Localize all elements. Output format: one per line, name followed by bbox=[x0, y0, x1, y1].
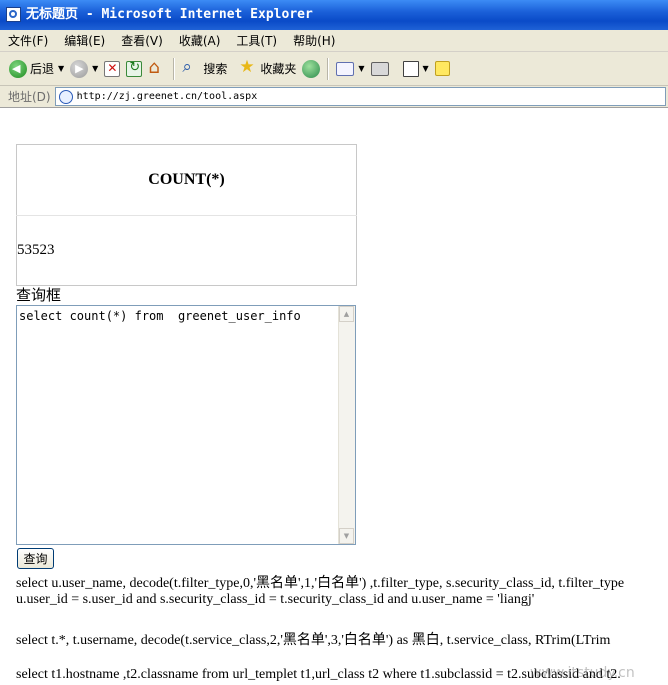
address-bar: 地址(D) http://zj.greenet.cn/tool.aspx bbox=[0, 86, 668, 108]
menu-favorites[interactable]: 收藏(A) bbox=[179, 32, 221, 49]
search-label: 搜索 bbox=[203, 62, 228, 76]
result-table: COUNT(*) 53523 bbox=[16, 144, 357, 286]
column-header: COUNT(*) bbox=[16, 144, 357, 216]
media-icon bbox=[302, 59, 321, 78]
menu-file[interactable]: 文件(F) bbox=[8, 32, 48, 49]
refresh-button[interactable] bbox=[123, 56, 145, 82]
search-icon bbox=[182, 57, 200, 78]
toolbar-separator bbox=[327, 57, 330, 80]
window-title-bar: 无标题页 - Microsoft Internet Explorer bbox=[0, 0, 668, 30]
back-arrow-icon bbox=[9, 59, 27, 78]
page-content: COUNT(*) 53523 查询框 select count(*) from … bbox=[0, 108, 668, 685]
menu-view[interactable]: 查看(V) bbox=[121, 32, 163, 49]
edit-icon bbox=[402, 60, 419, 77]
toolbar-separator bbox=[173, 57, 176, 80]
result-cell: 53523 bbox=[17, 242, 55, 258]
address-url[interactable]: http://zj.greenet.cn/tool.aspx bbox=[77, 91, 258, 102]
edit-button[interactable]: ▼ bbox=[400, 56, 432, 82]
query-text[interactable]: select count(*) from greenet_user_info bbox=[19, 309, 339, 323]
query-label: 查询框 bbox=[16, 286, 62, 304]
mail-button[interactable]: ▼ bbox=[333, 56, 367, 82]
menu-edit[interactable]: 编辑(E) bbox=[64, 32, 105, 49]
menu-help[interactable]: 帮助(H) bbox=[293, 32, 335, 49]
query-textarea[interactable]: select count(*) from greenet_user_info ▲… bbox=[16, 305, 356, 545]
home-button[interactable] bbox=[145, 56, 169, 82]
back-label: 后退 bbox=[30, 62, 55, 76]
menu-tools[interactable]: 工具(T) bbox=[236, 32, 277, 49]
watermark-text: www.itstudy.cn bbox=[530, 665, 635, 681]
search-button[interactable]: 搜索 bbox=[179, 56, 230, 82]
address-input[interactable]: http://zj.greenet.cn/tool.aspx bbox=[54, 87, 666, 106]
forward-dropdown-icon[interactable]: ▼ bbox=[92, 64, 98, 73]
stop-button[interactable] bbox=[101, 56, 123, 82]
vertical-scrollbar[interactable]: ▲ ▼ bbox=[338, 306, 355, 544]
sql-example-line: select u.user_name, decode(t.filter_type… bbox=[16, 576, 625, 591]
scroll-down-icon[interactable]: ▼ bbox=[339, 528, 354, 544]
scroll-up-icon[interactable]: ▲ bbox=[339, 306, 354, 322]
table-header-row: COUNT(*) bbox=[16, 144, 357, 216]
back-dropdown-icon[interactable]: ▼ bbox=[58, 64, 64, 73]
favorites-button[interactable]: 收藏夹 bbox=[236, 56, 299, 82]
mail-icon bbox=[336, 61, 355, 76]
note-icon bbox=[434, 61, 450, 76]
toolbar: 后退 ▼ ▼ 搜索 收藏夹 ▼ ▼ bbox=[0, 52, 668, 86]
table-row: 53523 bbox=[17, 216, 357, 286]
mail-dropdown-icon[interactable]: ▼ bbox=[358, 64, 364, 73]
forward-button[interactable]: ▼ bbox=[67, 56, 101, 82]
ie-page-icon bbox=[6, 7, 21, 22]
sql-example-line: u.user_id = s.user_id and s.security_cla… bbox=[16, 592, 535, 607]
favorites-label: 收藏夹 bbox=[260, 62, 297, 76]
query-button[interactable]: 查询 bbox=[17, 548, 54, 569]
star-icon bbox=[239, 57, 257, 78]
page-globe-icon bbox=[58, 89, 73, 104]
stop-icon bbox=[104, 60, 121, 77]
discuss-button[interactable] bbox=[432, 56, 453, 82]
forward-arrow-icon bbox=[70, 59, 89, 78]
back-button[interactable]: 后退 ▼ bbox=[6, 56, 67, 82]
window-title: 无标题页 - Microsoft Internet Explorer bbox=[26, 7, 313, 22]
edit-dropdown-icon[interactable]: ▼ bbox=[423, 64, 429, 73]
print-icon bbox=[370, 61, 389, 76]
sql-example-line: select t.*, t.username, decode(t.service… bbox=[16, 633, 611, 648]
print-button[interactable] bbox=[368, 56, 392, 82]
address-label: 地址(D) bbox=[8, 90, 51, 104]
menu-bar: 文件(F) 编辑(E) 查看(V) 收藏(A) 工具(T) 帮助(H) bbox=[0, 30, 668, 52]
media-button[interactable] bbox=[299, 56, 323, 82]
refresh-icon bbox=[126, 60, 143, 77]
home-icon bbox=[148, 57, 166, 78]
